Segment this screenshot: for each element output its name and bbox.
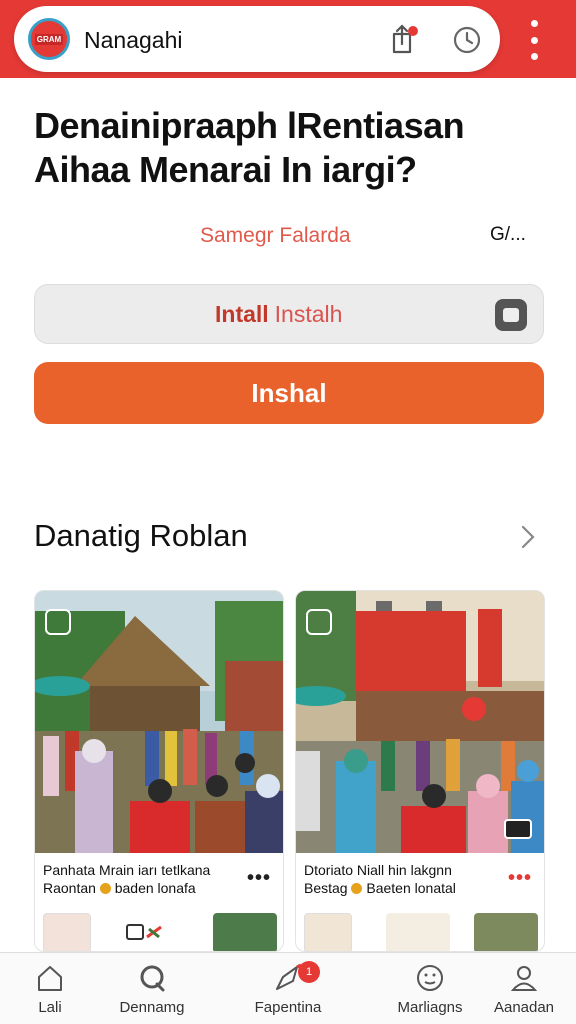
- thumbnail[interactable]: [304, 913, 352, 951]
- gallery-icon: [45, 609, 71, 635]
- card-photo-village: [35, 591, 283, 853]
- headline-line-1: Denainipraaph lRentiasan: [34, 105, 465, 146]
- section-title: Danatig Roblan: [34, 518, 248, 553]
- card-caption-name: Raontan: [43, 880, 96, 896]
- chevron-right-icon[interactable]: [516, 522, 540, 552]
- card-caption-line-1: Dtoriato Niall hin lakgnn: [304, 862, 452, 878]
- card-photo-market: [296, 591, 544, 853]
- card-more-button[interactable]: •••: [247, 867, 271, 890]
- copy-icon[interactable]: [495, 299, 527, 331]
- nav-item-home[interactable]: Lali: [0, 963, 100, 1016]
- home-icon: [38, 966, 62, 991]
- app-title: Nanagahi: [84, 27, 183, 53]
- nav-item-profile[interactable]: Aanadan: [474, 963, 574, 1016]
- coin-icon: [99, 883, 111, 894]
- profile-icon: [510, 966, 538, 991]
- more-link[interactable]: G/...: [490, 224, 526, 246]
- gallery-icon: [306, 609, 332, 635]
- nav-label: Dennamg: [119, 999, 185, 1016]
- thumbnail[interactable]: [474, 913, 538, 951]
- card-caption-meta: Baeten lonatal: [366, 880, 456, 896]
- card-caption: Dtoriato Niall hin lakgnn Bestag Baeten …: [304, 861, 494, 897]
- content-card[interactable]: Dtoriato Niall hin lakgnn Bestag Baeten …: [295, 590, 545, 952]
- more-vertical-icon[interactable]: [520, 20, 548, 60]
- install-secondary-label-bold: Intall: [215, 300, 269, 327]
- flag-icon: [125, 921, 165, 945]
- install-secondary-button[interactable]: Intall Instalh: [34, 284, 544, 344]
- coin-icon: [351, 883, 363, 894]
- thumbnail[interactable]: [213, 913, 277, 951]
- clock-icon[interactable]: [450, 22, 484, 56]
- nav-label: Fapentina: [254, 999, 322, 1016]
- share-notification-icon[interactable]: [386, 22, 420, 56]
- thumbnail[interactable]: [386, 913, 450, 951]
- nav-label: Aanadan: [493, 999, 555, 1016]
- nav-label: Lali: [38, 999, 62, 1016]
- nav-label: Marliagns: [397, 999, 463, 1016]
- install-primary-button[interactable]: Inshal: [34, 362, 544, 424]
- video-icon: [504, 819, 532, 839]
- card-caption-line-1: Panhata Mrain iarı tetlkana: [43, 862, 211, 878]
- headline-line-2: Aihaa Menarai In iargi?: [34, 149, 417, 190]
- notification-badge: 1: [298, 961, 320, 983]
- page-headline: Denainipraaph lRentiasan Aihaa Menarai I…: [34, 104, 554, 192]
- card-thumbnails: [304, 913, 538, 951]
- face-icon: [417, 965, 443, 991]
- card-caption-meta: baden lonafa: [114, 880, 196, 896]
- install-secondary-label: Instalh: [274, 300, 343, 327]
- card-more-button[interactable]: •••: [508, 867, 532, 890]
- card-thumbnails: [43, 913, 277, 951]
- nav-item-face[interactable]: Marliagns: [380, 963, 480, 1016]
- bottom-navigation: Lali Dennamg 1 Fapentina Marliagns Aanad…: [0, 952, 576, 1024]
- card-caption: Panhata Mrain iarı tetlkana Raontan bade…: [43, 861, 233, 897]
- search-icon: [140, 965, 165, 992]
- top-bar: GRAM Nanagahi: [0, 0, 576, 78]
- thumbnail[interactable]: [43, 913, 91, 951]
- nav-item-rocket[interactable]: 1 Fapentina: [238, 961, 338, 1016]
- nav-item-search[interactable]: Dennamg: [102, 963, 202, 1016]
- app-header-pill[interactable]: GRAM Nanagahi: [14, 6, 500, 72]
- page-subtitle: Samegr Falarda: [200, 224, 351, 247]
- logo-text: GRAM: [34, 33, 64, 45]
- app-logo: GRAM: [28, 18, 70, 60]
- content-card[interactable]: Panhata Mrain iarı tetlkana Raontan bade…: [34, 590, 284, 952]
- card-caption-name: Bestag: [304, 880, 348, 896]
